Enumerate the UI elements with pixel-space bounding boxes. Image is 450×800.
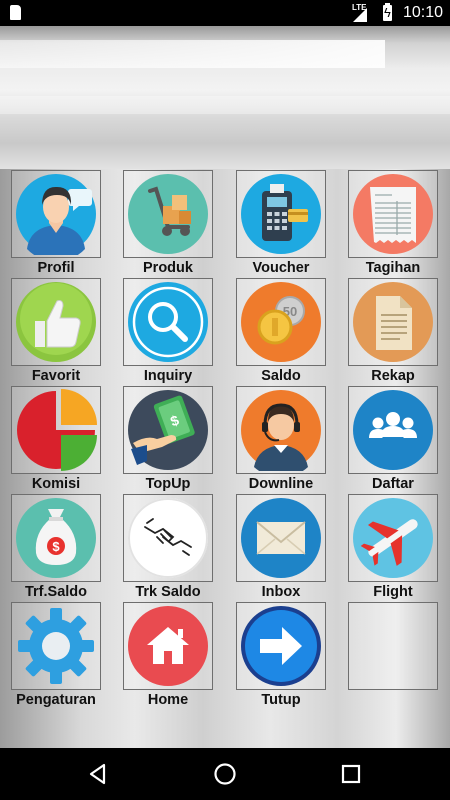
thumbs-up-icon [16,282,96,362]
menu-tile-home[interactable] [123,602,213,690]
menu-tile-inbox[interactable] [236,494,326,582]
menu-tile-trf-saldo[interactable]: $ [11,494,101,582]
status-bar: LTE 10:10 [0,0,450,26]
menu-label-tagihan: Tagihan [365,260,421,276]
back-button[interactable] [84,760,112,788]
menu-tile-topup[interactable]: $ [123,386,213,474]
document-icon [353,282,433,362]
header-banner [0,26,450,169]
profile-icon [16,174,96,255]
menu-tile-trk-saldo[interactable] [123,494,213,582]
gear-icon [18,608,94,684]
menu-label-tutup: Tutup [261,692,301,708]
menu-label-profil: Profil [37,260,75,276]
menu-label-home: Home [147,692,189,708]
menu-tile-daftar[interactable] [348,386,438,474]
menu-label-saldo: Saldo [261,368,301,384]
menu-tile-tagihan[interactable] [348,170,438,258]
payment-terminal-icon [241,174,321,254]
menu-label-pengaturan: Pengaturan [16,692,96,708]
empty-tile [348,602,438,690]
menu-label-voucher: Voucher [252,260,310,276]
coins-icon: 50 [241,282,321,362]
menu-label-daftar: Daftar [372,476,414,492]
sd-card-icon [10,5,21,20]
svg-text:$: $ [52,539,60,554]
menu-label-topup: TopUp [145,476,191,492]
menu-label-favorit: Favorit [31,368,81,384]
menu-label-inquiry: Inquiry [143,368,193,384]
cash-hand-icon: $ [128,390,208,470]
menu-tile-favorit[interactable] [11,278,101,366]
signal-icon [353,8,367,22]
airplane-icon [353,498,433,578]
search-icon [128,282,208,362]
group-icon [353,390,433,470]
menu-tile-pengaturan[interactable] [11,602,101,690]
home-icon [128,606,208,686]
handshake-icon [128,498,208,578]
clock: 10:10 [403,4,444,21]
invoice-icon [353,174,433,254]
menu-tile-voucher[interactable] [236,170,326,258]
banner-highlight [0,40,385,68]
menu-tile-flight[interactable] [348,494,438,582]
back-triangle-icon [89,763,106,785]
navigation-bar [0,748,450,800]
menu-tile-profil[interactable] [11,170,101,258]
banner-highlight [0,96,450,114]
menu-tile-komisi[interactable] [11,386,101,474]
menu-label-komisi: Komisi [31,476,81,492]
menu-label-inbox: Inbox [261,584,301,600]
battery-charging-icon [383,3,392,21]
money-bag-icon: $ [16,498,96,578]
menu-label-downline: Downline [248,476,314,492]
menu-tile-inquiry[interactable] [123,278,213,366]
menu-label-rekap: Rekap [371,368,415,384]
menu-label-produk: Produk [143,260,193,276]
menu-grid: Profil Produk Voucher Tagihan Favorit In… [0,169,450,748]
home-nav-button[interactable] [211,760,239,788]
headset-agent-icon [241,390,321,471]
envelope-icon [241,498,321,578]
menu-label-trf-saldo: Trf.Saldo [24,584,88,600]
arrow-right-icon [241,606,321,686]
recents-square-icon [341,764,361,784]
cart-icon [128,174,208,254]
menu-label-trk-saldo: Trk Saldo [135,584,201,600]
menu-tile-saldo[interactable]: 50 [236,278,326,366]
recents-button[interactable] [337,760,365,788]
menu-tile-downline[interactable] [236,386,326,474]
menu-label-flight: Flight [373,584,413,600]
menu-tile-rekap[interactable] [348,278,438,366]
menu-tile-tutup[interactable] [236,602,326,690]
home-circle-icon [214,763,236,785]
menu-tile-produk[interactable] [123,170,213,258]
pie-chart-icon [17,389,97,471]
